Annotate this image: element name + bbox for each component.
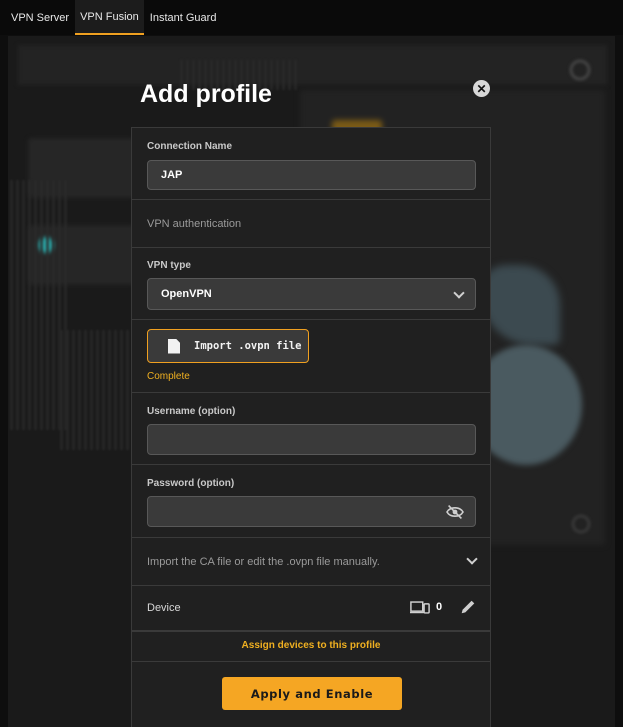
background-pattern <box>60 330 130 450</box>
vpn-type-select[interactable]: OpenVPN <box>147 278 476 310</box>
ca-file-section[interactable]: Import the CA file or edit the .ovpn fil… <box>132 538 490 586</box>
import-ovpn-button[interactable]: Import .ovpn file <box>147 329 309 363</box>
vpn-authentication-label: VPN authentication <box>147 218 242 230</box>
background-info-icon <box>572 515 590 533</box>
divider <box>132 631 490 632</box>
connection-name-input[interactable] <box>161 169 441 181</box>
username-section: Username (option) <box>132 393 490 465</box>
import-status: Complete <box>147 371 190 382</box>
connection-name-section: Connection Name <box>132 128 490 200</box>
password-label: Password (option) <box>147 478 235 489</box>
top-nav: VPN Server VPN Fusion Instant Guard <box>0 0 623 35</box>
add-profile-modal: Connection Name VPN authentication VPN t… <box>131 127 491 727</box>
import-ovpn-label: Import .ovpn file <box>194 340 302 352</box>
vpn-type-value: OpenVPN <box>161 288 212 300</box>
chevron-down-icon <box>453 287 465 299</box>
vpn-type-label: VPN type <box>147 260 191 271</box>
chevron-down-icon <box>466 553 478 565</box>
close-button[interactable]: ✕ <box>473 80 490 97</box>
assign-devices-link[interactable]: Assign devices to this profile <box>132 640 490 651</box>
background-header <box>18 45 607 85</box>
close-icon: ✕ <box>476 81 487 96</box>
password-field[interactable] <box>147 496 476 527</box>
vpn-type-section: VPN type OpenVPN <box>132 248 490 320</box>
connection-name-field[interactable] <box>147 160 476 190</box>
connection-name-label: Connection Name <box>147 141 233 152</box>
password-input[interactable] <box>161 505 441 518</box>
tab-vpn-fusion[interactable]: VPN Fusion <box>75 0 144 35</box>
devices-icon <box>410 601 430 614</box>
tab-vpn-server[interactable]: VPN Server <box>0 0 74 35</box>
file-icon <box>168 338 180 354</box>
vpn-authentication-section: VPN authentication <box>132 200 490 248</box>
divider <box>132 661 490 662</box>
modal-title: Add profile <box>140 80 272 108</box>
apply-and-enable-button[interactable]: Apply and Enable <box>222 677 402 710</box>
username-input[interactable] <box>161 433 441 446</box>
username-label: Username (option) <box>147 406 236 417</box>
username-field[interactable] <box>147 424 476 455</box>
password-section: Password (option) <box>132 465 490 538</box>
pencil-icon[interactable] <box>459 598 477 616</box>
eye-off-icon[interactable] <box>445 504 465 520</box>
help-icon <box>570 60 590 80</box>
device-count: 0 <box>436 601 443 613</box>
ca-file-label: Import the CA file or edit the .ovpn fil… <box>147 556 380 568</box>
tab-instant-guard[interactable]: Instant Guard <box>145 0 222 35</box>
device-label: Device <box>147 602 181 614</box>
